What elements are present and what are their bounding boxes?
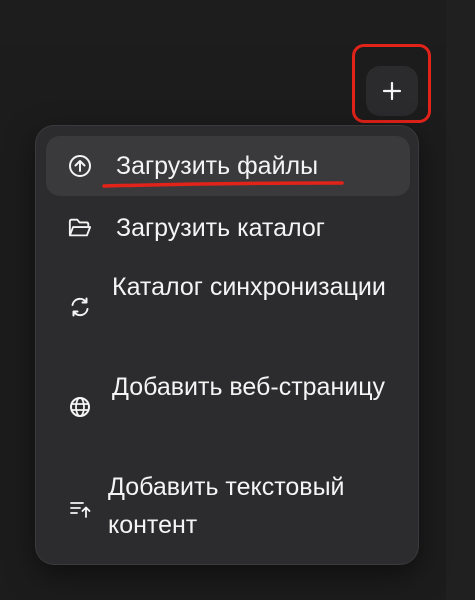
menu-item-label: Каталог синхронизации bbox=[112, 273, 386, 301]
add-button[interactable] bbox=[366, 66, 418, 116]
menu-item-label: Добавить текстовый контент bbox=[108, 473, 345, 539]
menu-item-add-text[interactable]: Добавить текстовый контент bbox=[46, 466, 410, 546]
folder-icon bbox=[68, 216, 92, 240]
upload-circle-icon bbox=[68, 154, 92, 178]
sync-icon bbox=[68, 295, 92, 319]
menu-item-label: Добавить веб-страницу bbox=[112, 373, 386, 401]
menu-item-upload-files[interactable]: Загрузить файлы bbox=[46, 136, 410, 196]
menu-item-add-webpage[interactable]: Добавить веб-страницу bbox=[46, 366, 410, 446]
top-bar bbox=[0, 0, 446, 44]
menu-item-upload-folder[interactable]: Загрузить каталог bbox=[46, 206, 410, 250]
plus-icon bbox=[382, 81, 402, 101]
menu-item-label: Загрузить файлы bbox=[116, 152, 319, 180]
menu-item-sync-catalog[interactable]: Каталог синхронизации bbox=[46, 266, 410, 346]
add-content-menu: Загрузить файлы Загрузить каталог Катало… bbox=[36, 126, 418, 564]
right-panel-edge bbox=[446, 0, 475, 600]
globe-icon bbox=[68, 395, 92, 419]
add-text-icon bbox=[68, 497, 92, 521]
menu-item-label: Загрузить каталог bbox=[116, 214, 325, 242]
